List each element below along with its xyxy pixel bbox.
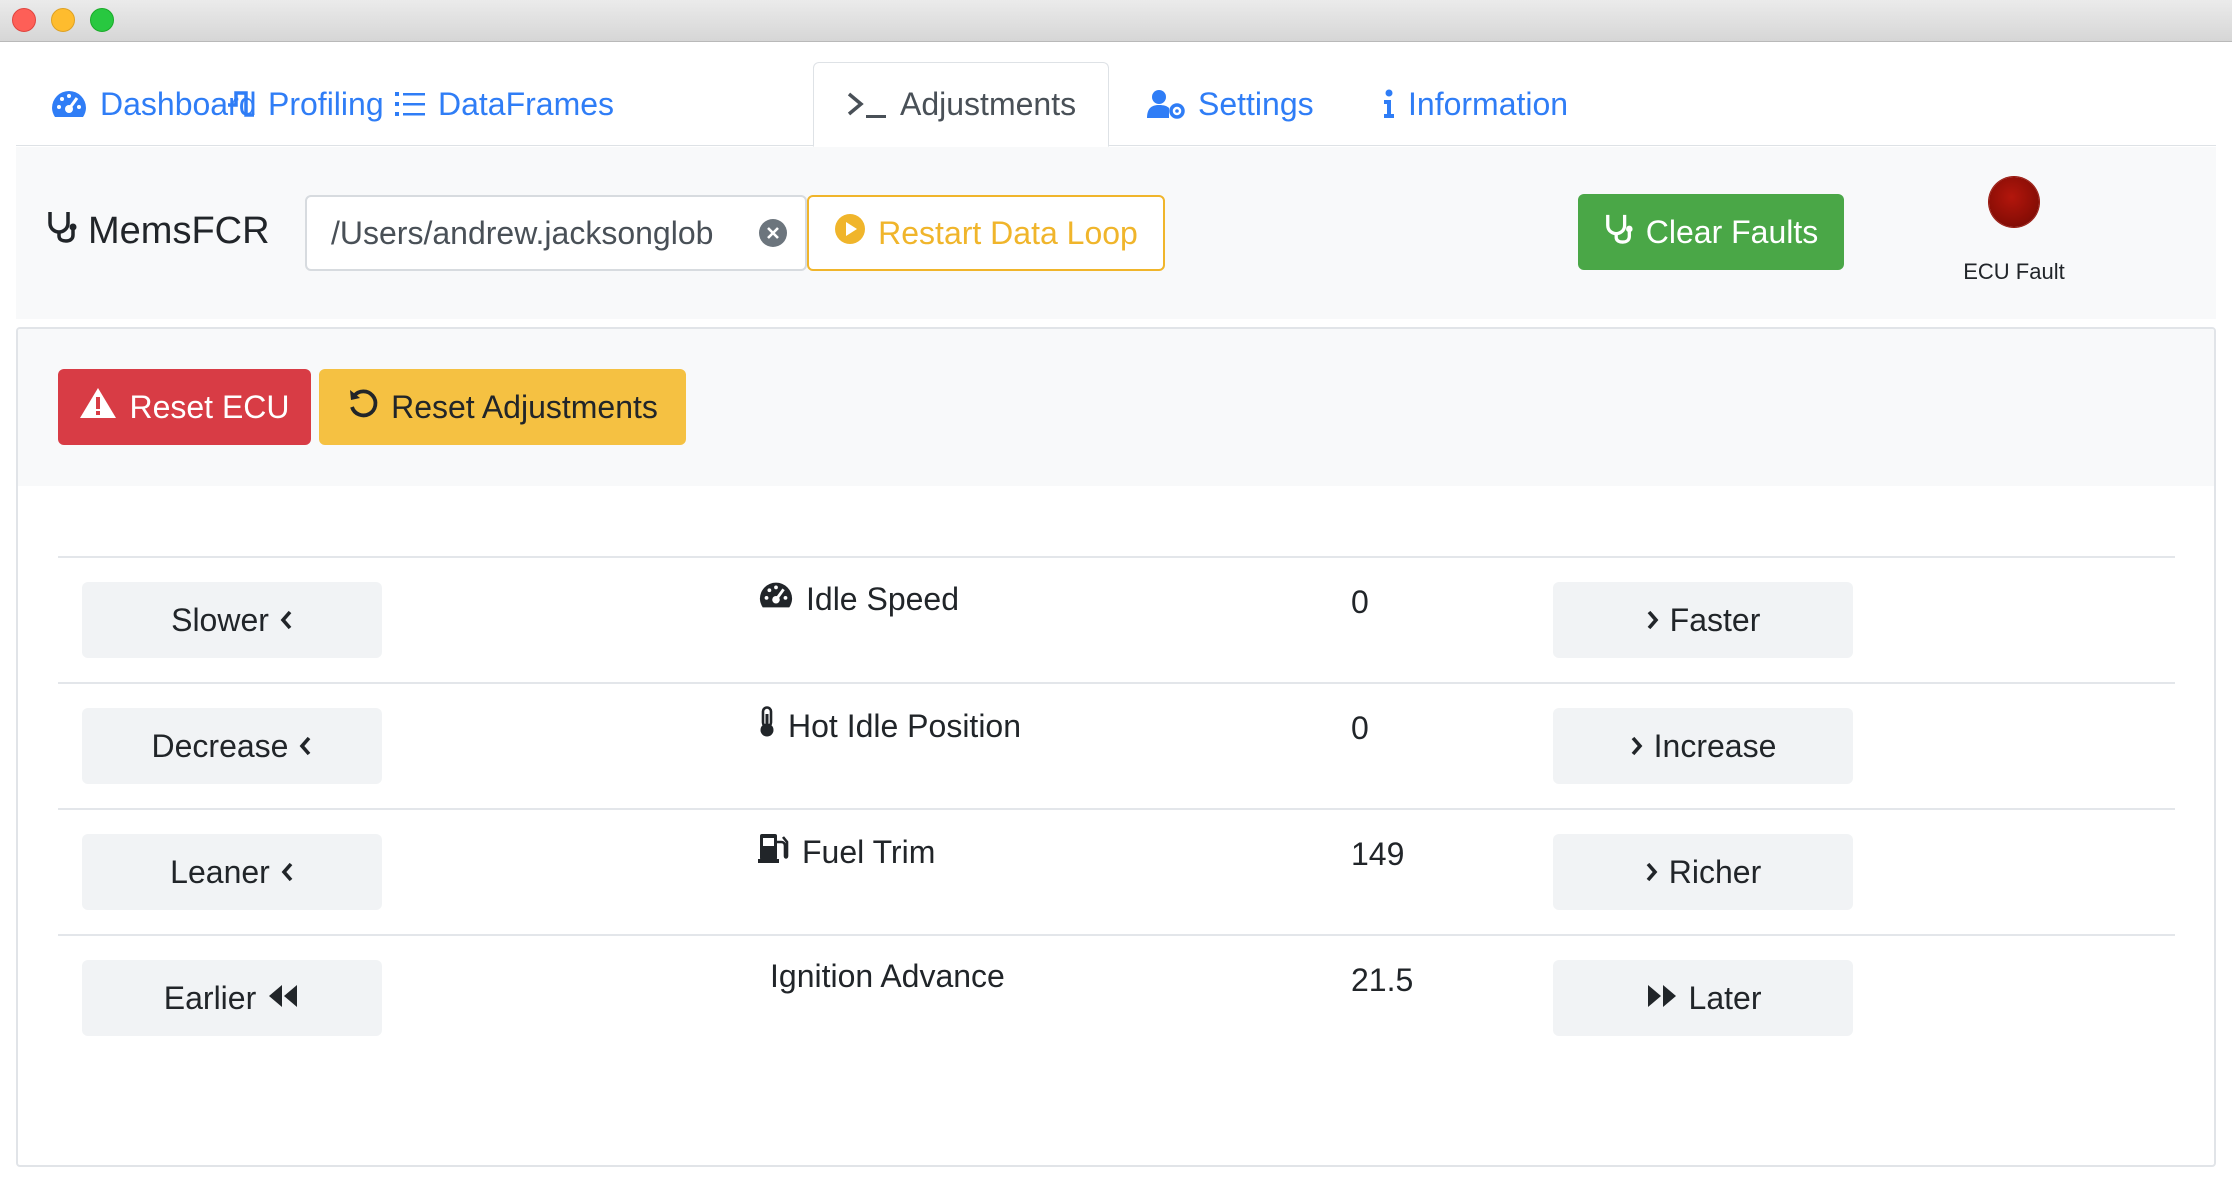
user-cog-icon [1146,89,1186,119]
param-name: Ignition Advance [770,958,1005,994]
info-icon [1382,89,1396,119]
chevron-right-icon [1645,854,1659,891]
faster-label: Faster [1669,601,1761,638]
tachometer-icon [50,89,88,119]
param-idle-speed: Idle Speed [758,580,959,618]
adjustment-row-hot-idle-position: Decrease Hot Idle Position 0 Increase [58,682,2175,808]
gas-pump-icon [758,832,790,872]
ecu-fault-indicator [1989,177,2039,227]
adjustment-row-fuel-trim: Leaner Fuel Trim 149 Richer [58,808,2175,934]
connection-toolbar: MemsFCR /Users/andrew.jacksonglob Restar… [16,147,2216,319]
chevron-left-icon [280,854,294,891]
tab-adjustments[interactable]: Adjustments [813,62,1110,147]
earlier-label: Earlier [163,979,257,1016]
clear-faults-label: Clear Faults [1645,213,1819,250]
param-name: Idle Speed [806,580,960,617]
decrease-label: Decrease [151,727,289,764]
decrease-button[interactable]: Decrease [82,708,382,784]
adjustment-rows: Slower Idle Speed 0 Faster Decrease Hot … [58,556,2175,1060]
tab-label: DataFrames [438,85,615,122]
tab-settings[interactable]: Settings [1146,62,1314,146]
warning-icon [79,386,117,428]
leaner-button[interactable]: Leaner [82,834,382,910]
reset-adjustments-label: Reset Adjustments [391,388,658,425]
backward-icon [266,980,300,1017]
increase-label: Increase [1653,727,1777,764]
chevron-left-icon [279,602,293,639]
reset-ecu-label: Reset ECU [129,388,290,425]
chevron-right-icon [1630,728,1644,765]
increase-button[interactable]: Increase [1553,708,1853,784]
slower-button[interactable]: Slower [82,582,382,658]
forward-icon [1645,980,1679,1017]
pulse-icon [226,89,256,119]
later-label: Later [1688,979,1762,1016]
later-button[interactable]: Later [1553,960,1853,1036]
ecu-fault-label: ECU Fault [1963,259,2065,284]
tachometer-icon [758,580,794,618]
param-value: 0 [1351,584,1369,620]
nav-tabs: Dashboard Profiling DataFrames Adjustmen… [16,62,2216,147]
tab-information[interactable]: Information [1382,62,1568,146]
undo-icon [347,387,379,427]
param-value: 149 [1351,836,1405,872]
param-fuel-trim: Fuel Trim [758,832,935,872]
chevron-left-icon [298,728,312,765]
clear-input-icon[interactable] [759,219,787,247]
earlier-button[interactable]: Earlier [82,960,382,1036]
close-window-button[interactable] [12,8,36,32]
tab-profiling[interactable]: Profiling [226,62,384,146]
minimize-window-button[interactable] [51,8,75,32]
play-circle-icon [834,213,866,253]
chevron-right-icon [1646,602,1660,639]
param-ignition-advance: Ignition Advance [770,958,1005,995]
tab-label: Adjustments [900,86,1077,122]
tab-label: Settings [1198,85,1314,122]
tab-label: Profiling [268,85,384,122]
adjustment-row-ignition-advance: Earlier Ignition Advance 21.5 Later [58,934,2175,1060]
param-value: 21.5 [1351,962,1414,998]
tab-dataframes[interactable]: DataFrames [394,62,614,146]
list-icon [394,89,426,119]
faster-button[interactable]: Faster [1553,582,1853,658]
reset-ecu-button[interactable]: Reset ECU [58,369,311,445]
panel-actions: Reset ECU Reset Adjustments [18,329,2214,486]
brand-name: MemsFCR [88,209,270,252]
param-name: Fuel Trim [802,833,936,870]
terminal-icon [846,90,888,120]
adjustment-row-idle-speed: Slower Idle Speed 0 Faster [58,556,2175,682]
adjustments-panel: Reset ECU Reset Adjustments Slower Idle … [16,327,2216,1167]
param-value: 0 [1351,710,1369,746]
thermometer-icon [758,706,776,746]
param-hot-idle-position: Hot Idle Position [758,706,1021,746]
slower-label: Slower [171,601,269,638]
tab-label: Information [1408,85,1569,122]
serial-port-value: /Users/andrew.jacksonglob [331,214,714,251]
restart-data-loop-button[interactable]: Restart Data Loop [807,195,1165,271]
restart-label: Restart Data Loop [878,214,1138,251]
serial-port-input[interactable]: /Users/andrew.jacksonglob [305,195,807,271]
richer-label: Richer [1668,853,1762,890]
reset-adjustments-button[interactable]: Reset Adjustments [319,369,686,445]
app-brand: MemsFCR [46,209,270,253]
richer-button[interactable]: Richer [1553,834,1853,910]
stethoscope-icon [46,209,78,253]
zoom-window-button[interactable] [90,8,114,32]
clear-faults-button[interactable]: Clear Faults [1578,194,1844,270]
stethoscope-icon [1604,212,1634,252]
param-name: Hot Idle Position [788,707,1022,744]
window-titlebar [0,0,2232,42]
leaner-label: Leaner [170,853,270,890]
